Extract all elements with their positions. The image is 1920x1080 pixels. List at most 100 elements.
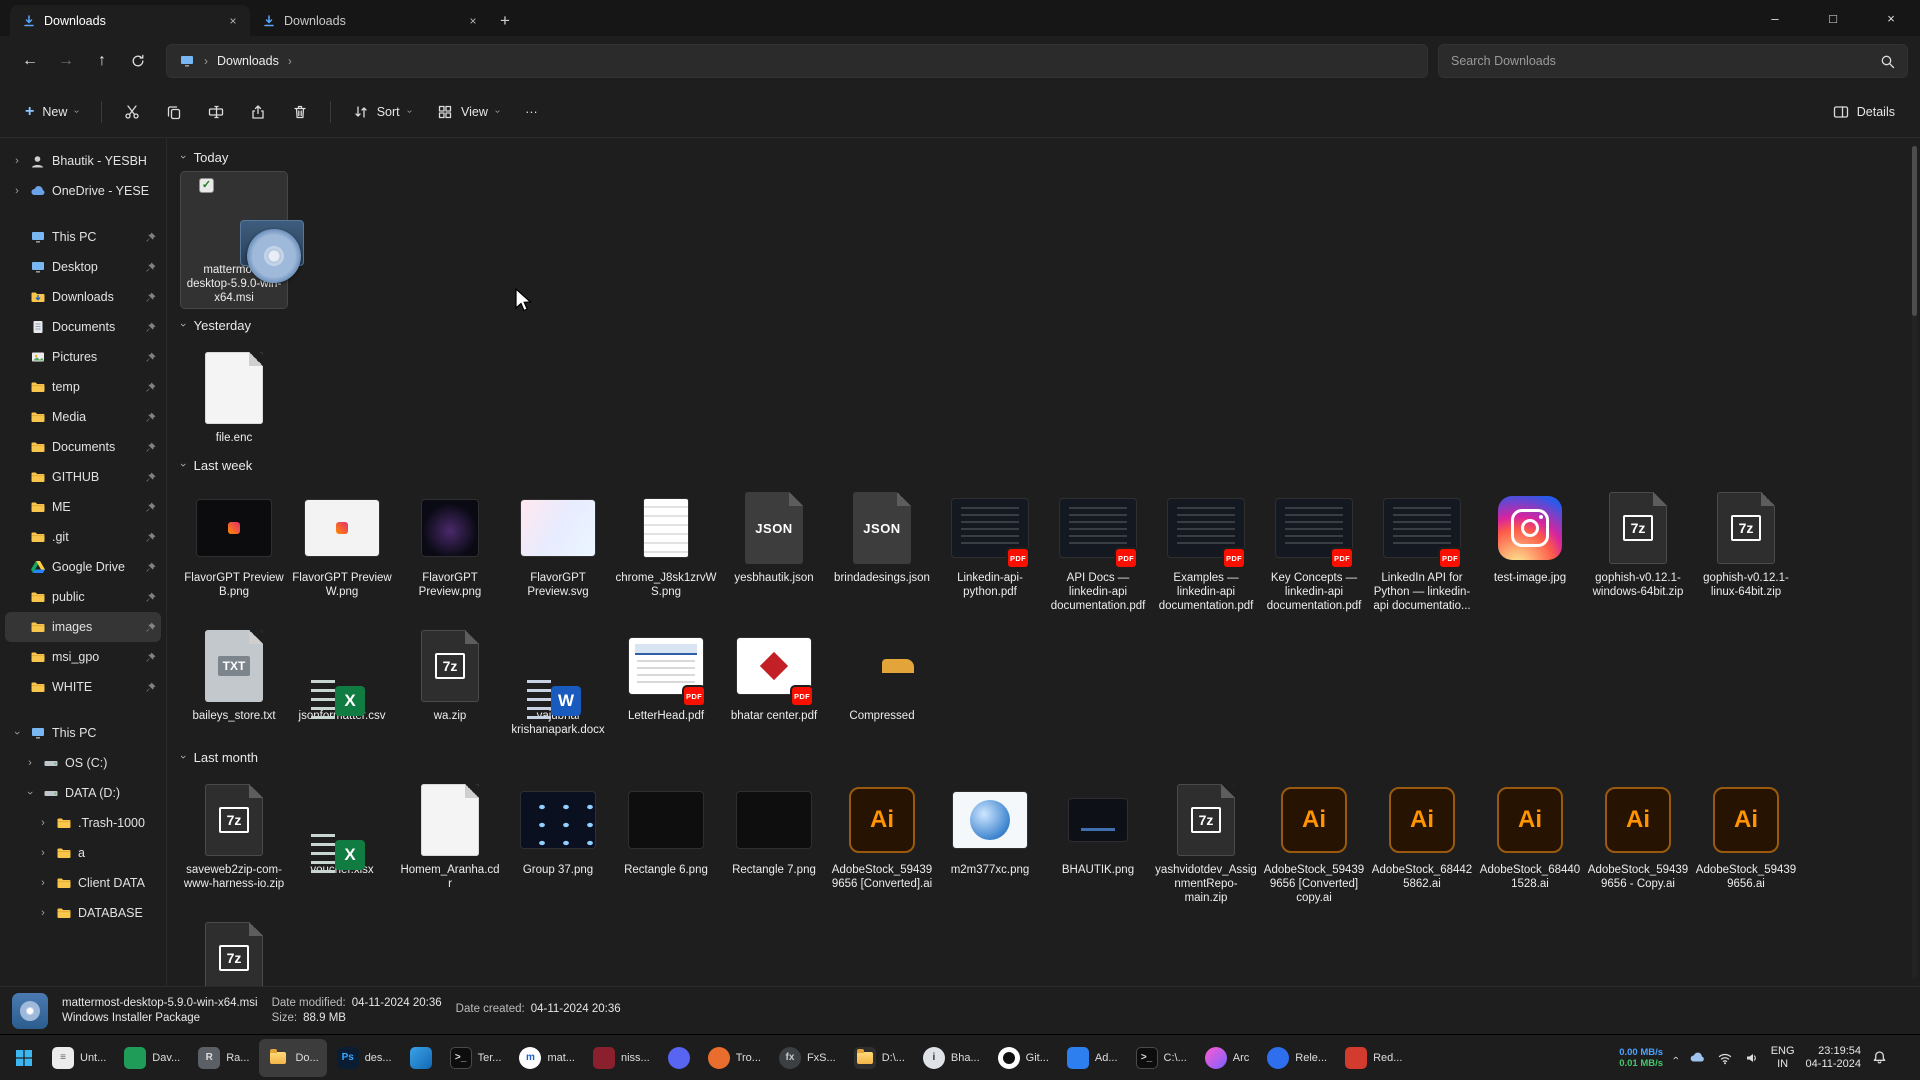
file-letterhead-pdf[interactable]: PDFLetterHead.pdf	[613, 618, 719, 740]
sidebar-item-database[interactable]: ›DATABASE	[5, 898, 161, 928]
sidebar-item-this-pc[interactable]: This PC	[5, 222, 161, 252]
file-m2m377xc-png[interactable]: m2m377xc.png	[937, 772, 1043, 908]
file-wa-zip[interactable]: 7zwa.zip	[397, 618, 503, 740]
back-button[interactable]: ←	[12, 44, 48, 78]
sidebar-item-images[interactable]: images	[5, 612, 161, 642]
file-mattermost-desktop-5-9-0-win-x64-msi[interactable]: ✓mattermost-desktop-5.9.0-win-x64.msi	[181, 172, 287, 308]
file-linkedin-api-python-pdf[interactable]: PDFLinkedin-api-python.pdf	[937, 480, 1043, 616]
file-yashvidotdev-assignmentrepo-main-zip[interactable]: 7zyashvidotdev_AssignmentRepo-main.zip	[1153, 772, 1259, 908]
taskbar-app-do[interactable]: Do...	[259, 1039, 326, 1077]
new-button[interactable]: + New ›	[14, 95, 90, 129]
taskbar-app-niss[interactable]: niss...	[585, 1039, 658, 1077]
file-examples-linkedin-api-documentation-pdf[interactable]: PDFExamples — linkedin-api documentation…	[1153, 480, 1259, 616]
tray-overflow-chevron-icon[interactable]: ›	[1670, 1056, 1682, 1060]
close-button[interactable]: ×	[1862, 0, 1920, 36]
forward-button[interactable]: →	[48, 44, 84, 78]
sidebar-item-msi-gpo[interactable]: msi_gpo	[5, 642, 161, 672]
file-adobestock-684425862-ai[interactable]: AiAdobeStock_684425862.ai	[1369, 772, 1475, 908]
details-toggle-button[interactable]: Details	[1822, 95, 1906, 129]
sidebar-item-documents[interactable]: Documents	[5, 312, 161, 342]
file-homem-aranha-cdr[interactable]: Homem_Aranha.cdr	[397, 772, 503, 908]
chevron-right-icon[interactable]: ›	[11, 185, 23, 197]
file-rectangle-6-png[interactable]: Rectangle 6.png	[613, 772, 719, 908]
section-header-yesterday[interactable]: ›Yesterday	[181, 310, 1906, 340]
more-button[interactable]: ···	[514, 95, 549, 129]
file-chrome-j8sk1zrvws-png[interactable]: chrome_J8sk1zrvWS.png	[613, 480, 719, 616]
sidebar-item-white[interactable]: WHITE	[5, 672, 161, 702]
rename-button[interactable]	[197, 95, 235, 129]
file-adobestock-594399656-copy-ai[interactable]: AiAdobeStock_594399656 - Copy.ai	[1585, 772, 1691, 908]
sidebar-item-a[interactable]: ›a	[5, 838, 161, 868]
chevron-right-icon[interactable]: ›	[37, 817, 49, 829]
sidebar-item-os-c[interactable]: ›OS (C:)	[5, 748, 161, 778]
taskbar-app-red[interactable]: Red...	[1337, 1039, 1410, 1077]
taskbar-app-c[interactable]: >_C:\...	[1128, 1039, 1195, 1077]
file-flavorgpt-preview-png[interactable]: FlavorGPT Preview.png	[397, 480, 503, 616]
breadcrumb-chevron-icon[interactable]: ›	[288, 54, 292, 68]
file-saveweb2zip-com-www-harness-io-zip[interactable]: 7zsaveweb2zip-com-www-harness-io.zip	[181, 772, 287, 908]
file-key-concepts-linkedin-api-documentation-pd[interactable]: PDFKey Concepts — linkedin-api documenta…	[1261, 480, 1367, 616]
file-compressed[interactable]: Compressed	[829, 618, 935, 740]
file-adobestock-594399656-converted-copy-ai[interactable]: AiAdobeStock_594399656 [Converted] copy.…	[1261, 772, 1367, 908]
chevron-right-icon[interactable]: ›	[24, 757, 36, 769]
close-tab-icon[interactable]: ×	[224, 12, 242, 30]
sidebar-item-desktop[interactable]: Desktop	[5, 252, 161, 282]
file-test-image-jpg[interactable]: test-image.jpg	[1477, 480, 1583, 616]
file-api-docs-linkedin-api-documentation-pdf[interactable]: PDFAPI Docs — linkedin-api documentation…	[1045, 480, 1151, 616]
file-document-zip[interactable]: 7zDOCUMENT.zip	[181, 910, 287, 986]
sidebar-item-google-drive[interactable]: Google Drive	[5, 552, 161, 582]
search-box[interactable]	[1438, 44, 1908, 78]
sidebar-item-public[interactable]: public	[5, 582, 161, 612]
taskbar-app-discord[interactable]	[660, 1039, 698, 1077]
taskbar-app-ad[interactable]: Ad...	[1059, 1039, 1126, 1077]
file-bhatar-center-pdf[interactable]: PDFbhatar center.pdf	[721, 618, 827, 740]
onedrive-cloud-icon[interactable]	[1689, 1049, 1706, 1066]
chevron-down-icon[interactable]: ›	[24, 787, 36, 799]
refresh-button[interactable]	[120, 44, 156, 78]
section-header-last-week[interactable]: ›Last week	[181, 450, 1906, 480]
taskbar-app-arc[interactable]: Arc	[1197, 1039, 1258, 1077]
sidebar-item-bhautik-yesbh[interactable]: ›Bhautik - YESBH	[5, 146, 161, 176]
taskbar-app-ra[interactable]: RRa...	[190, 1039, 257, 1077]
minimize-button[interactable]: –	[1746, 0, 1804, 36]
close-tab-icon[interactable]: ×	[464, 12, 482, 30]
file-file-enc[interactable]: file.enc	[181, 340, 287, 448]
sidebar-item-onedrive-yese[interactable]: ›OneDrive - YESE	[5, 176, 161, 206]
address-bar[interactable]: › Downloads ›	[166, 44, 1428, 78]
chevron-right-icon[interactable]: ›	[37, 877, 49, 889]
chevron-down-icon[interactable]: ›	[11, 727, 23, 739]
file-yesbhautik-json[interactable]: JSONyesbhautik.json	[721, 480, 827, 616]
taskbar-app-tro[interactable]: Tro...	[700, 1039, 769, 1077]
sidebar-item-me[interactable]: ME	[5, 492, 161, 522]
cut-button[interactable]	[113, 95, 151, 129]
sidebar-item-this-pc[interactable]: ›This PC	[5, 718, 161, 748]
sidebar-item-client-data[interactable]: ›Client DATA	[5, 868, 161, 898]
file-voucher-xlsx[interactable]: Xvoucher.xlsx	[289, 772, 395, 908]
file-adobestock-594399656-ai[interactable]: AiAdobeStock_594399656.ai	[1693, 772, 1799, 908]
share-button[interactable]	[239, 95, 277, 129]
clock[interactable]: 23:19:54 04-11-2024	[1806, 1045, 1861, 1071]
file-rectangle-7-png[interactable]: Rectangle 7.png	[721, 772, 827, 908]
language-indicator[interactable]: ENG IN	[1771, 1045, 1795, 1070]
maximize-button[interactable]: □	[1804, 0, 1862, 36]
file-baileys-store-txt[interactable]: TXTbaileys_store.txt	[181, 618, 287, 740]
taskbar-app-fxs[interactable]: fxFxS...	[771, 1039, 844, 1077]
wifi-icon[interactable]	[1717, 1050, 1733, 1066]
taskbar-app-des[interactable]: Psdes...	[329, 1039, 400, 1077]
vertical-scrollbar[interactable]	[1912, 146, 1917, 978]
file-gophish-v0-12-1-windows-64bit-zip[interactable]: 7zgophish-v0.12.1-windows-64bit.zip	[1585, 480, 1691, 616]
view-button[interactable]: View ›	[426, 95, 510, 129]
file-flavorgpt-preview-w-png[interactable]: FlavorGPT Preview W.png	[289, 480, 395, 616]
file-group-37-png[interactable]: Group 37.png	[505, 772, 611, 908]
chevron-right-icon[interactable]: ›	[11, 155, 23, 167]
taskbar-app-mat[interactable]: mmat...	[511, 1039, 583, 1077]
taskbar-app-d[interactable]: D:\...	[846, 1039, 913, 1077]
taskbar-app-ter[interactable]: >_Ter...	[442, 1039, 510, 1077]
copy-button[interactable]	[155, 95, 193, 129]
chevron-right-icon[interactable]: ›	[37, 847, 49, 859]
sort-button[interactable]: Sort ›	[342, 95, 422, 129]
file-jsonformatter-csv[interactable]: Xjsonformatter.csv	[289, 618, 395, 740]
checkbox-checked-icon[interactable]: ✓	[199, 178, 214, 193]
sidebar-item-trash-1000[interactable]: ›.Trash-1000	[5, 808, 161, 838]
file-linkedin-api-for-python-linkedin-api-docum[interactable]: PDFLinkedIn API for Python — linkedin-ap…	[1369, 480, 1475, 616]
